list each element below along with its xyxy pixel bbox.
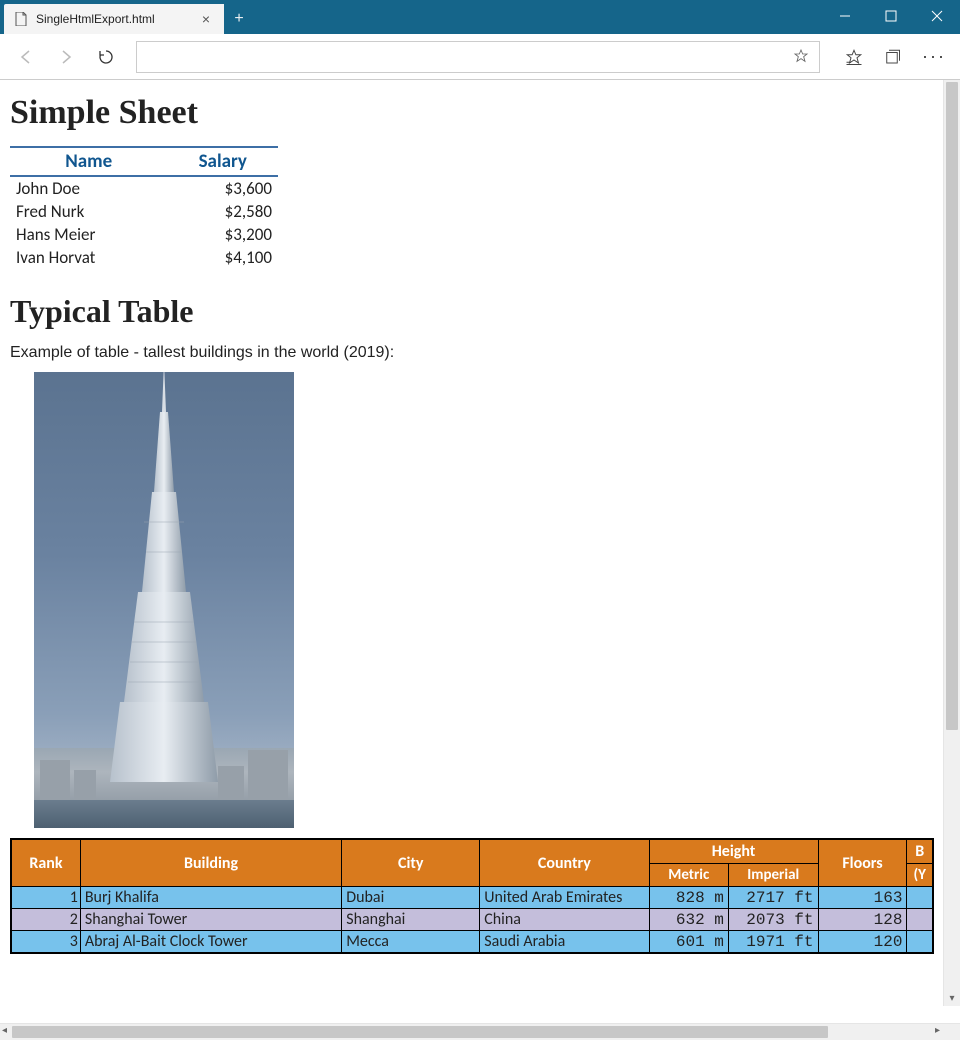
- table-row: Fred Nurk$2,580: [10, 200, 278, 223]
- vertical-scrollbar[interactable]: ▾: [943, 80, 960, 1006]
- table-header-row: Rank Building City Country Height Floors…: [11, 839, 933, 864]
- minimize-button[interactable]: [822, 0, 868, 32]
- titlebar: SingleHtmlExport.html × +: [0, 0, 960, 34]
- table-row: 3 Abraj Al-Bait Clock Tower Mecca Saudi …: [11, 931, 933, 954]
- file-icon: [14, 12, 28, 26]
- forward-button[interactable]: [48, 39, 84, 75]
- new-tab-button[interactable]: +: [224, 4, 254, 34]
- address-bar[interactable]: [136, 41, 820, 73]
- maximize-button[interactable]: [868, 0, 914, 32]
- buildings-table: Rank Building City Country Height Floors…: [10, 838, 934, 954]
- table-header-row: Name Salary: [10, 147, 278, 176]
- browser-toolbar: ···: [0, 34, 960, 80]
- col-built-partial: B: [907, 839, 933, 864]
- tab-close-icon[interactable]: ×: [198, 9, 214, 29]
- col-country: Country: [480, 839, 649, 887]
- window-controls: [822, 0, 960, 32]
- collections-icon[interactable]: [874, 39, 910, 75]
- col-name: Name: [10, 147, 167, 176]
- col-metric: Metric: [649, 864, 728, 887]
- favorite-icon[interactable]: [793, 48, 811, 66]
- col-height: Height: [649, 839, 818, 864]
- heading-typical-table: Typical Table: [10, 293, 934, 330]
- horizontal-scrollbar[interactable]: ◂ ▸: [0, 1023, 960, 1040]
- table-row: Ivan Horvat$4,100: [10, 246, 278, 269]
- tab-title: SingleHtmlExport.html: [36, 12, 155, 26]
- building-image: [34, 372, 294, 828]
- close-button[interactable]: [914, 0, 960, 32]
- col-rank: Rank: [11, 839, 80, 887]
- heading-simple-sheet: Simple Sheet: [10, 94, 934, 132]
- scroll-down-icon[interactable]: ▾: [944, 993, 960, 1004]
- table-row: 2 Shanghai Tower Shanghai China 632 m 20…: [11, 909, 933, 931]
- more-menu-icon[interactable]: ···: [916, 39, 952, 75]
- favorites-list-icon[interactable]: [836, 39, 872, 75]
- refresh-button[interactable]: [88, 39, 124, 75]
- col-floors: Floors: [818, 839, 907, 887]
- table-row: 1 Burj Khalifa Dubai United Arab Emirate…: [11, 887, 933, 909]
- salary-table: Name Salary John Doe$3,600 Fred Nurk$2,5…: [10, 146, 278, 269]
- table-caption: Example of table - tallest buildings in …: [10, 344, 934, 362]
- scrollbar-thumb[interactable]: [946, 82, 958, 730]
- scroll-right-icon[interactable]: ▸: [935, 1025, 940, 1036]
- scrollbar-thumb[interactable]: [12, 1026, 828, 1038]
- col-built-sub-partial: (Y: [907, 864, 933, 887]
- col-imperial: Imperial: [728, 864, 818, 887]
- col-building: Building: [80, 839, 341, 887]
- table-row: Hans Meier$3,200: [10, 223, 278, 246]
- scroll-left-icon[interactable]: ◂: [2, 1025, 7, 1036]
- browser-tab[interactable]: SingleHtmlExport.html ×: [4, 4, 224, 34]
- tower-icon: [104, 372, 224, 782]
- back-button[interactable]: [8, 39, 44, 75]
- table-row: John Doe$3,600: [10, 176, 278, 200]
- col-salary: Salary: [167, 147, 278, 176]
- col-city: City: [342, 839, 480, 887]
- page-content: Simple Sheet Name Salary John Doe$3,600 …: [0, 80, 944, 954]
